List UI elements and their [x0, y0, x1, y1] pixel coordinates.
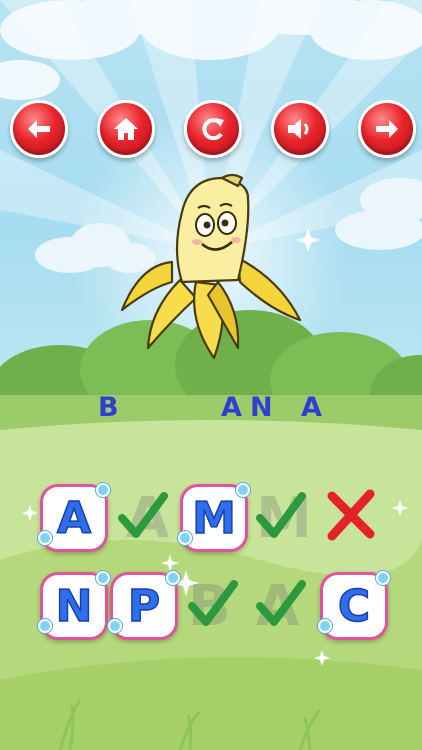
- letter-tile-m[interactable]: M: [178, 483, 250, 552]
- word-letter-1: B: [98, 392, 119, 423]
- arrow-right-icon: [376, 120, 398, 138]
- sound-button[interactable]: [271, 100, 329, 158]
- flower-icon: [38, 531, 52, 545]
- home-button[interactable]: [97, 100, 155, 158]
- word-letter-4: A: [301, 392, 322, 423]
- tile-letter: P: [127, 580, 161, 633]
- restart-button[interactable]: [184, 100, 242, 158]
- tile-letter: A: [56, 492, 92, 545]
- tile-letter: N: [55, 580, 93, 633]
- flower-icon: [38, 619, 52, 633]
- flower-icon: [96, 571, 110, 585]
- check-mark-icon: [256, 580, 306, 626]
- speaker-icon: [288, 119, 309, 139]
- cross-mark-icon: [327, 489, 375, 541]
- banana-picture: [120, 173, 302, 360]
- word-display: B A N A: [0, 392, 422, 432]
- refresh-icon: [202, 118, 224, 141]
- flower-icon: [376, 571, 390, 585]
- flower-icon: [108, 619, 122, 633]
- arrow-left-icon: [28, 120, 50, 138]
- tile-letter: M: [191, 492, 236, 545]
- flower-icon: [318, 619, 332, 633]
- home-icon: [114, 118, 138, 140]
- next-button[interactable]: [358, 100, 416, 158]
- flower-icon: [236, 483, 250, 497]
- check-mark-icon: [188, 580, 238, 626]
- letter-tile-a[interactable]: A: [38, 483, 110, 552]
- word-letter-3: N: [250, 392, 273, 423]
- letter-tile-n[interactable]: N: [38, 571, 110, 640]
- flower-icon: [178, 531, 192, 545]
- tile-letter: C: [337, 580, 371, 633]
- back-button[interactable]: [10, 100, 68, 158]
- word-letter-2: A: [221, 392, 242, 423]
- flower-icon: [96, 483, 110, 497]
- letter-tile-p[interactable]: P: [108, 571, 180, 640]
- letter-tile-c[interactable]: C: [318, 571, 390, 640]
- check-mark-icon: [256, 492, 306, 538]
- game-screen: B A N A A M B A A M N P C: [0, 0, 422, 750]
- flower-icon: [166, 571, 180, 585]
- check-mark-icon: [118, 492, 168, 538]
